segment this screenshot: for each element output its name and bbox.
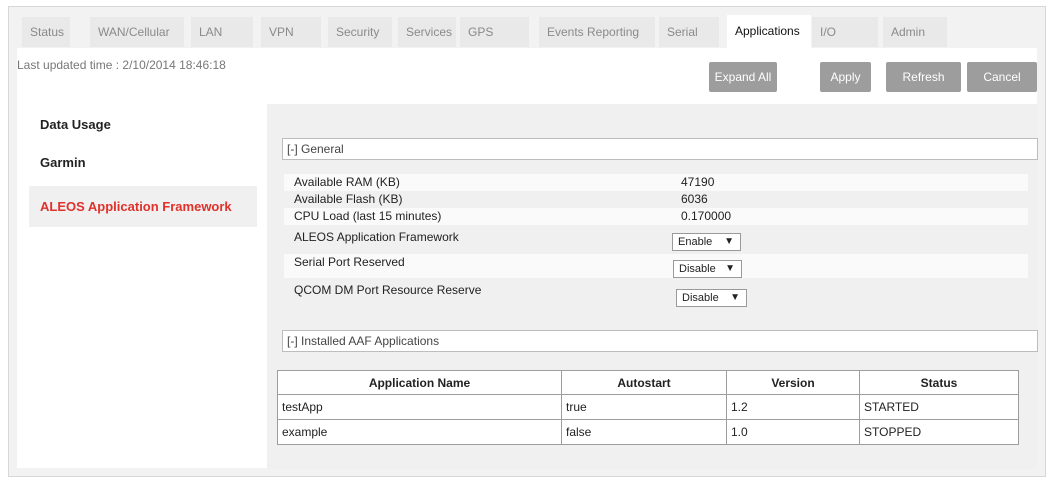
sidebar-item-data-usage[interactable]: Data Usage — [29, 106, 257, 144]
serial-label: Serial Port Reserved — [294, 255, 405, 269]
table-row[interactable]: example false 1.0 STOPPED — [277, 419, 1019, 445]
tab-lan[interactable]: LAN — [191, 17, 253, 47]
column-header: Autostart — [561, 370, 727, 395]
qcom-select[interactable]: Disable ▼ — [676, 289, 747, 307]
sidebar-item-aleos-application-framework[interactable]: ALEOS Application Framework — [29, 186, 257, 227]
column-header: Version — [726, 370, 860, 395]
info-row-flash: Available Flash (KB) 6036 — [284, 191, 1028, 208]
tab-security[interactable]: Security — [328, 17, 392, 47]
cpu-value: 0.170000 — [681, 209, 732, 223]
tab-wan-cellular[interactable]: WAN/Cellular — [90, 17, 184, 47]
info-row-ram: Available RAM (KB) 47190 — [284, 174, 1028, 191]
autostart-cell: false — [561, 419, 727, 445]
setting-row-serial: Serial Port Reserved — [284, 254, 1028, 278]
dropdown-arrow-icon: ▼ — [725, 263, 735, 274]
table-header-row: Application Name Autostart Version Statu… — [277, 370, 1019, 395]
info-row-cpu: CPU Load (last 15 minutes) 0.170000 — [284, 208, 1028, 225]
tab-applications[interactable]: Applications — [727, 15, 811, 48]
autostart-cell: true — [561, 394, 727, 420]
flash-value: 6036 — [681, 192, 708, 206]
tab-serial[interactable]: Serial — [659, 17, 719, 47]
tab-admin[interactable]: Admin — [883, 17, 947, 47]
tab-io[interactable]: I/O — [812, 17, 878, 47]
aaf-select[interactable]: Enable ▼ — [672, 233, 741, 251]
aaf-label: ALEOS Application Framework — [294, 230, 459, 244]
column-header: Status — [859, 370, 1019, 395]
column-header: Application Name — [277, 370, 562, 395]
tab-events-reporting[interactable]: Events Reporting — [539, 17, 655, 47]
sidebar: Data Usage Garmin ALEOS Application Fram… — [29, 106, 257, 227]
ram-value: 47190 — [681, 175, 715, 189]
refresh-button[interactable]: Refresh — [886, 62, 961, 92]
general-section-header[interactable]: [-] General — [282, 138, 1038, 160]
tab-gps[interactable]: GPS — [460, 17, 529, 47]
apply-button[interactable]: Apply — [820, 62, 871, 92]
dropdown-arrow-icon: ▼ — [730, 292, 740, 303]
setting-row-aaf: ALEOS Application Framework — [284, 229, 1028, 251]
cpu-label: CPU Load (last 15 minutes) — [294, 209, 442, 223]
ram-label: Available RAM (KB) — [294, 175, 400, 189]
last-updated-text: Last updated time : 2/10/2014 18:46:18 — [17, 58, 226, 72]
tab-status[interactable]: Status — [22, 17, 70, 47]
version-cell: 1.2 — [726, 394, 860, 420]
app-name-cell: example — [277, 419, 562, 445]
dropdown-arrow-icon: ▼ — [724, 236, 734, 247]
qcom-label: QCOM DM Port Resource Reserve — [294, 283, 482, 297]
sidebar-item-garmin[interactable]: Garmin — [29, 144, 257, 182]
qcom-select-value: Disable — [682, 292, 719, 304]
version-cell: 1.0 — [726, 419, 860, 445]
tab-bar: Status WAN/Cellular LAN VPN Security Ser… — [9, 7, 1045, 48]
tab-vpn[interactable]: VPN — [261, 17, 321, 47]
setting-row-qcom: QCOM DM Port Resource Reserve — [284, 282, 1028, 306]
apps-table: Application Name Autostart Version Statu… — [277, 370, 1019, 445]
flash-label: Available Flash (KB) — [294, 192, 403, 206]
aaf-select-value: Enable — [678, 236, 713, 248]
status-cell: STARTED — [859, 394, 1019, 420]
serial-select[interactable]: Disable ▼ — [673, 260, 742, 278]
installed-apps-section-header[interactable]: [-] Installed AAF Applications — [282, 330, 1038, 352]
serial-select-value: Disable — [679, 263, 716, 275]
cancel-button[interactable]: Cancel — [967, 62, 1037, 92]
app-name-cell: testApp — [277, 394, 562, 420]
table-row[interactable]: testApp true 1.2 STARTED — [277, 394, 1019, 420]
expand-all-button[interactable]: Expand All — [709, 62, 777, 92]
status-cell: STOPPED — [859, 419, 1019, 445]
tab-services[interactable]: Services — [398, 17, 456, 47]
